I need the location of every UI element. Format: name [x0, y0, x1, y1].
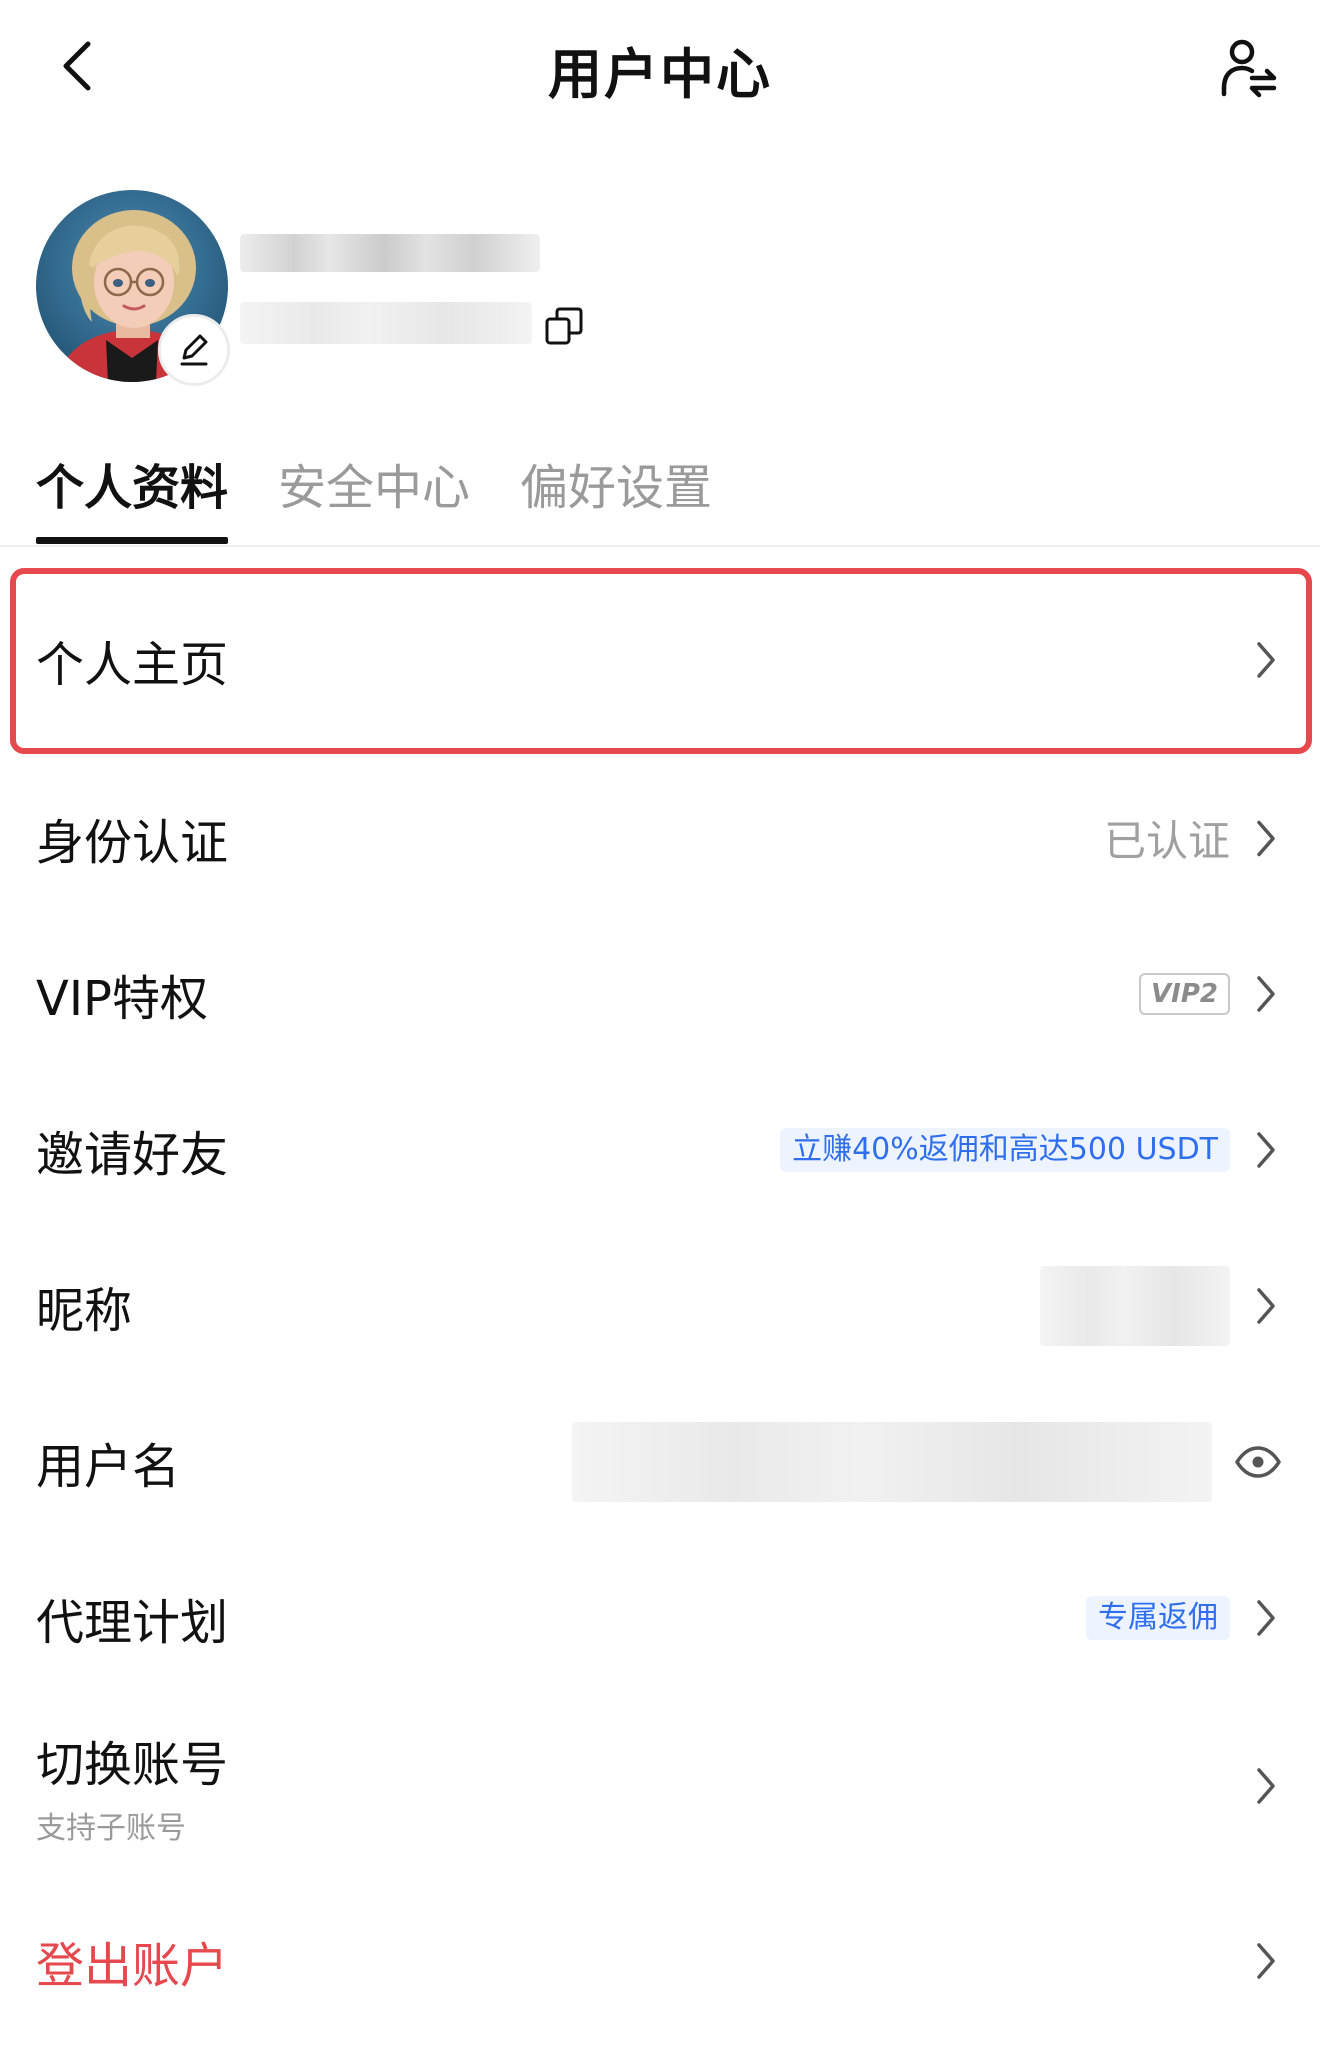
row-label: 个人主页	[36, 637, 229, 693]
row-label: 代理计划	[36, 1595, 229, 1651]
masked-nickname	[1040, 1266, 1230, 1346]
tab-personal-info[interactable]: 个人资料	[36, 452, 229, 544]
row-logout[interactable]: 登出账户	[0, 1876, 1320, 2046]
profile-section	[36, 190, 1286, 390]
row-nickname[interactable]: 昵称	[0, 1228, 1320, 1384]
chevron-right-icon	[1252, 1764, 1280, 1808]
row-switch-account[interactable]: 切换账号 支持子账号	[0, 1696, 1320, 1876]
row-username[interactable]: 用户名	[0, 1384, 1320, 1540]
chevron-right-icon	[1252, 1596, 1280, 1640]
tab-security-center[interactable]: 安全中心	[278, 452, 470, 544]
copy-button[interactable]	[536, 298, 592, 354]
profile-tabs: 个人资料 安全中心 偏好设置	[36, 452, 712, 544]
agent-promo-badge: 专属返佣	[1086, 1596, 1230, 1640]
copy-icon	[545, 307, 583, 345]
vip-badge: VIP2	[1139, 973, 1230, 1015]
row-right	[1252, 1764, 1280, 1808]
pencil-icon	[180, 334, 208, 366]
row-right: VIP2	[1139, 972, 1280, 1016]
user-switch-icon	[1221, 39, 1277, 98]
chevron-right-icon	[1252, 816, 1280, 860]
identity-status: 已认证	[1103, 816, 1230, 866]
settings-list: 个人主页 身份认证 已认证 VIP特权 VIP2 邀请好友 立赚40%返佣和高达…	[0, 560, 1320, 2046]
header: 用户中心	[0, 0, 1320, 136]
chevron-right-icon	[1252, 638, 1280, 682]
row-label: VIP特权	[36, 971, 208, 1027]
row-invite[interactable]: 邀请好友 立赚40%返佣和高达500 USDT	[0, 1072, 1320, 1228]
row-right: 专属返佣	[1086, 1596, 1280, 1640]
row-label: 切换账号	[36, 1737, 229, 1793]
row-vip[interactable]: VIP特权 VIP2	[0, 916, 1320, 1072]
row-label: 登出账户	[36, 1938, 229, 1994]
masked-uid	[240, 302, 532, 344]
chevron-right-icon	[1252, 1939, 1280, 1983]
page-title: 用户中心	[548, 43, 772, 106]
switch-user-button[interactable]	[1206, 26, 1290, 110]
masked-username	[572, 1422, 1212, 1502]
tabs-divider	[0, 545, 1320, 547]
avatar-edit-button[interactable]	[158, 314, 230, 386]
row-right	[572, 1422, 1282, 1502]
row-right	[1040, 1266, 1280, 1346]
chevron-right-icon	[1252, 1128, 1280, 1172]
row-right	[1252, 638, 1280, 682]
row-homepage[interactable]: 个人主页	[0, 560, 1320, 760]
row-identity[interactable]: 身份认证 已认证	[0, 760, 1320, 916]
row-sublabel: 支持子账号	[36, 1811, 186, 1846]
row-right: 已认证	[1104, 808, 1280, 869]
eye-icon[interactable]	[1234, 1445, 1282, 1479]
row-label: 昵称	[36, 1283, 133, 1339]
row-right	[1252, 1939, 1280, 1983]
row-agent[interactable]: 代理计划 专属返佣	[0, 1540, 1320, 1696]
row-label: 身份认证	[36, 815, 229, 871]
row-label: 邀请好友	[36, 1127, 229, 1183]
row-label: 用户名	[36, 1439, 181, 1495]
masked-email	[240, 234, 540, 272]
row-label-group: 切换账号 支持子账号	[36, 1725, 228, 1847]
tab-preferences[interactable]: 偏好设置	[520, 452, 712, 544]
chevron-right-icon	[1252, 972, 1280, 1016]
chevron-right-icon	[1252, 1284, 1280, 1328]
invite-promo-badge: 立赚40%返佣和高达500 USDT	[780, 1128, 1230, 1172]
row-right: 立赚40%返佣和高达500 USDT	[780, 1128, 1280, 1172]
